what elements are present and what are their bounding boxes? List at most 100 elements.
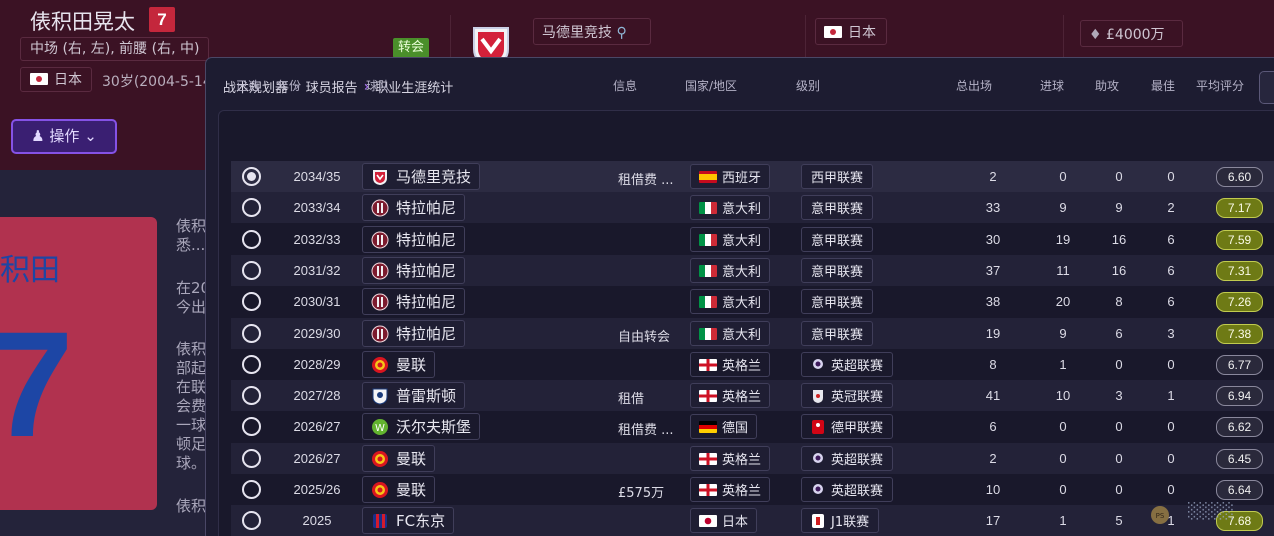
- team-chip[interactable]: 马德里竞技: [362, 163, 481, 190]
- column-header-team[interactable]: 球队: [366, 77, 390, 94]
- table-row[interactable]: 2026/27 曼联 英格兰 英超联赛 2 0 0 0 6.45: [231, 443, 1274, 474]
- nation-chip[interactable]: 意大利: [690, 227, 771, 252]
- team-chip[interactable]: 特拉帕尼: [362, 194, 466, 221]
- club-nation-chip[interactable]: 日本: [815, 18, 887, 45]
- nation-chip[interactable]: 英格兰: [690, 477, 771, 502]
- nation-chip[interactable]: 意大利: [690, 289, 771, 314]
- nation-chip[interactable]: 日本: [690, 508, 758, 533]
- nation-chip[interactable]: 英格兰: [690, 352, 771, 377]
- actions-button[interactable]: ♟ 操作 ⌄: [11, 119, 117, 154]
- row-select-radio[interactable]: [242, 511, 261, 530]
- division-chip[interactable]: 意甲联赛: [801, 289, 874, 314]
- team-chip[interactable]: FC东京: [362, 507, 455, 534]
- team-chip[interactable]: 特拉帕尼: [362, 320, 466, 347]
- division-chip[interactable]: 意甲联赛: [801, 195, 874, 220]
- italy-flag-icon: [699, 327, 717, 340]
- goals-value: 19: [1055, 232, 1071, 247]
- breadcrumb-player-report[interactable]: 球员报告: [306, 77, 358, 96]
- table-row[interactable]: 2028/29 曼联 英格兰 英超联赛 8 1 0 0 6.77: [231, 349, 1274, 380]
- column-header-assists[interactable]: 助攻: [1095, 77, 1119, 94]
- table-row[interactable]: 2033/34 特拉帕尼 意大利 意甲联赛 33 9 9 2 7.17: [231, 192, 1274, 223]
- apps-value: 41: [985, 388, 1001, 403]
- team-chip[interactable]: 曼联: [362, 351, 436, 378]
- table-row[interactable]: 2032/33 特拉帕尼 意大利 意甲联赛 30 19 16 6 7.59: [231, 224, 1274, 255]
- spain-flag-icon: [699, 170, 717, 183]
- assists-value: 0: [1115, 451, 1123, 466]
- column-header-division[interactable]: 级别: [796, 77, 820, 94]
- row-select-radio[interactable]: [242, 386, 261, 405]
- nation-chip[interactable]: 英格兰: [690, 383, 771, 408]
- season-value: 2028/29: [293, 357, 341, 372]
- row-select-radio[interactable]: [242, 261, 261, 280]
- division-chip[interactable]: 英超联赛: [801, 352, 894, 377]
- row-select-radio[interactable]: [242, 417, 261, 436]
- team-chip[interactable]: 特拉帕尼: [362, 288, 466, 315]
- division-chip[interactable]: 西甲联赛: [801, 164, 874, 189]
- column-header-season[interactable]: 年份: [277, 77, 301, 94]
- info-cell: £575万: [618, 486, 665, 501]
- assists-value: 0: [1115, 357, 1123, 372]
- table-row[interactable]: 2031/32 特拉帕尼 意大利 意甲联赛 37 11 16 6 7.31: [231, 255, 1274, 286]
- row-select-radio[interactable]: [242, 167, 261, 186]
- goals-value: 20: [1055, 294, 1071, 309]
- team-chip[interactable]: 特拉帕尼: [362, 226, 466, 253]
- row-select-radio[interactable]: [242, 480, 261, 499]
- table-row[interactable]: 2025 FC东京 日本 J1联赛 17 1 5 1 7.68: [231, 505, 1274, 536]
- team-chip[interactable]: 曼联: [362, 476, 436, 503]
- row-select-radio[interactable]: [242, 355, 261, 374]
- table-row[interactable]: 2034/35 马德里竞技 租借费 ... 西班牙 西甲联赛 2 0 0 0 6.60: [231, 161, 1274, 192]
- table-row[interactable]: 2025/26 曼联 £575万 英格兰 英超联赛 10 0 0 0 6.64: [231, 474, 1274, 505]
- team-name: 马德里竞技: [396, 168, 472, 186]
- column-header-avg-rating[interactable]: 平均评分: [1196, 77, 1244, 94]
- column-header-goals[interactable]: 进球: [1040, 77, 1064, 94]
- modal-close-button[interactable]: [1259, 71, 1274, 104]
- team-name: 特拉帕尼: [396, 262, 457, 280]
- division-chip[interactable]: 英超联赛: [801, 477, 894, 502]
- nation-chip[interactable]: 西班牙: [690, 164, 771, 189]
- division-chip[interactable]: 意甲联赛: [801, 321, 874, 346]
- row-select-radio[interactable]: [242, 198, 261, 217]
- column-header-info[interactable]: 信息: [613, 77, 637, 94]
- team-chip[interactable]: 普雷斯顿: [362, 382, 466, 409]
- club-name-chip[interactable]: 马德里竞技 ⚲: [533, 18, 651, 45]
- division-chip[interactable]: 德甲联赛: [801, 414, 894, 439]
- row-select-radio[interactable]: [242, 324, 261, 343]
- row-select-radio[interactable]: [242, 230, 261, 249]
- avg-rating-badge: 6.94: [1216, 386, 1263, 406]
- division-chip[interactable]: 英冠联赛: [801, 383, 894, 408]
- column-header-nation[interactable]: 国家/地区: [685, 77, 737, 94]
- division-chip[interactable]: 英超联赛: [801, 446, 894, 471]
- division-chip[interactable]: 意甲联赛: [801, 227, 874, 252]
- assists-value: 0: [1115, 419, 1123, 434]
- goals-value: 0: [1059, 419, 1067, 434]
- division-chip[interactable]: J1联赛: [801, 508, 880, 533]
- table-row[interactable]: 2029/30 特拉帕尼 自由转会 意大利 意甲联赛 19 9 6 3 7.38: [231, 318, 1274, 349]
- nation-chip[interactable]: 意大利: [690, 258, 771, 283]
- goals-value: 9: [1059, 200, 1067, 215]
- nation-name: 意大利: [722, 265, 762, 280]
- nation-chip[interactable]: 意大利: [690, 195, 771, 220]
- row-select-radio[interactable]: [242, 449, 261, 468]
- nation-chip[interactable]: 德国: [690, 414, 758, 439]
- assists-value: 3: [1115, 388, 1123, 403]
- team-chip[interactable]: W 沃尔夫斯堡: [362, 413, 481, 440]
- nation-chip[interactable]: 意大利: [690, 321, 771, 346]
- table-row[interactable]: 2030/31 特拉帕尼 意大利 意甲联赛 38 20 8 6 7.26: [231, 286, 1274, 317]
- table-row[interactable]: 2026/27 W 沃尔夫斯堡 租借费 ... 德国 德甲联赛 6 0 0 0 6.62: [231, 411, 1274, 442]
- column-header-potm[interactable]: 最佳: [1151, 77, 1175, 94]
- season-value: 2031/32: [293, 263, 341, 278]
- column-header-selected[interactable]: 已选: [236, 77, 260, 94]
- england-flag-icon: [699, 389, 717, 402]
- premier-league-icon: [813, 358, 823, 369]
- table-row[interactable]: 2027/28 普雷斯顿 租借 英格兰 英冠联赛 41 10 3 1 6.94: [231, 380, 1274, 411]
- team-chip[interactable]: 特拉帕尼: [362, 257, 466, 284]
- player-bio-line: 在20: [176, 279, 206, 297]
- nation-chip[interactable]: 英格兰: [690, 446, 771, 471]
- division-chip[interactable]: 意甲联赛: [801, 258, 874, 283]
- row-select-radio[interactable]: [242, 292, 261, 311]
- team-chip[interactable]: 曼联: [362, 445, 436, 472]
- japan-flag-icon: [699, 514, 717, 527]
- column-header-apps[interactable]: 总出场: [956, 77, 992, 94]
- player-nationality-label: 日本: [54, 72, 82, 88]
- man-utd-crest-icon: [372, 450, 388, 467]
